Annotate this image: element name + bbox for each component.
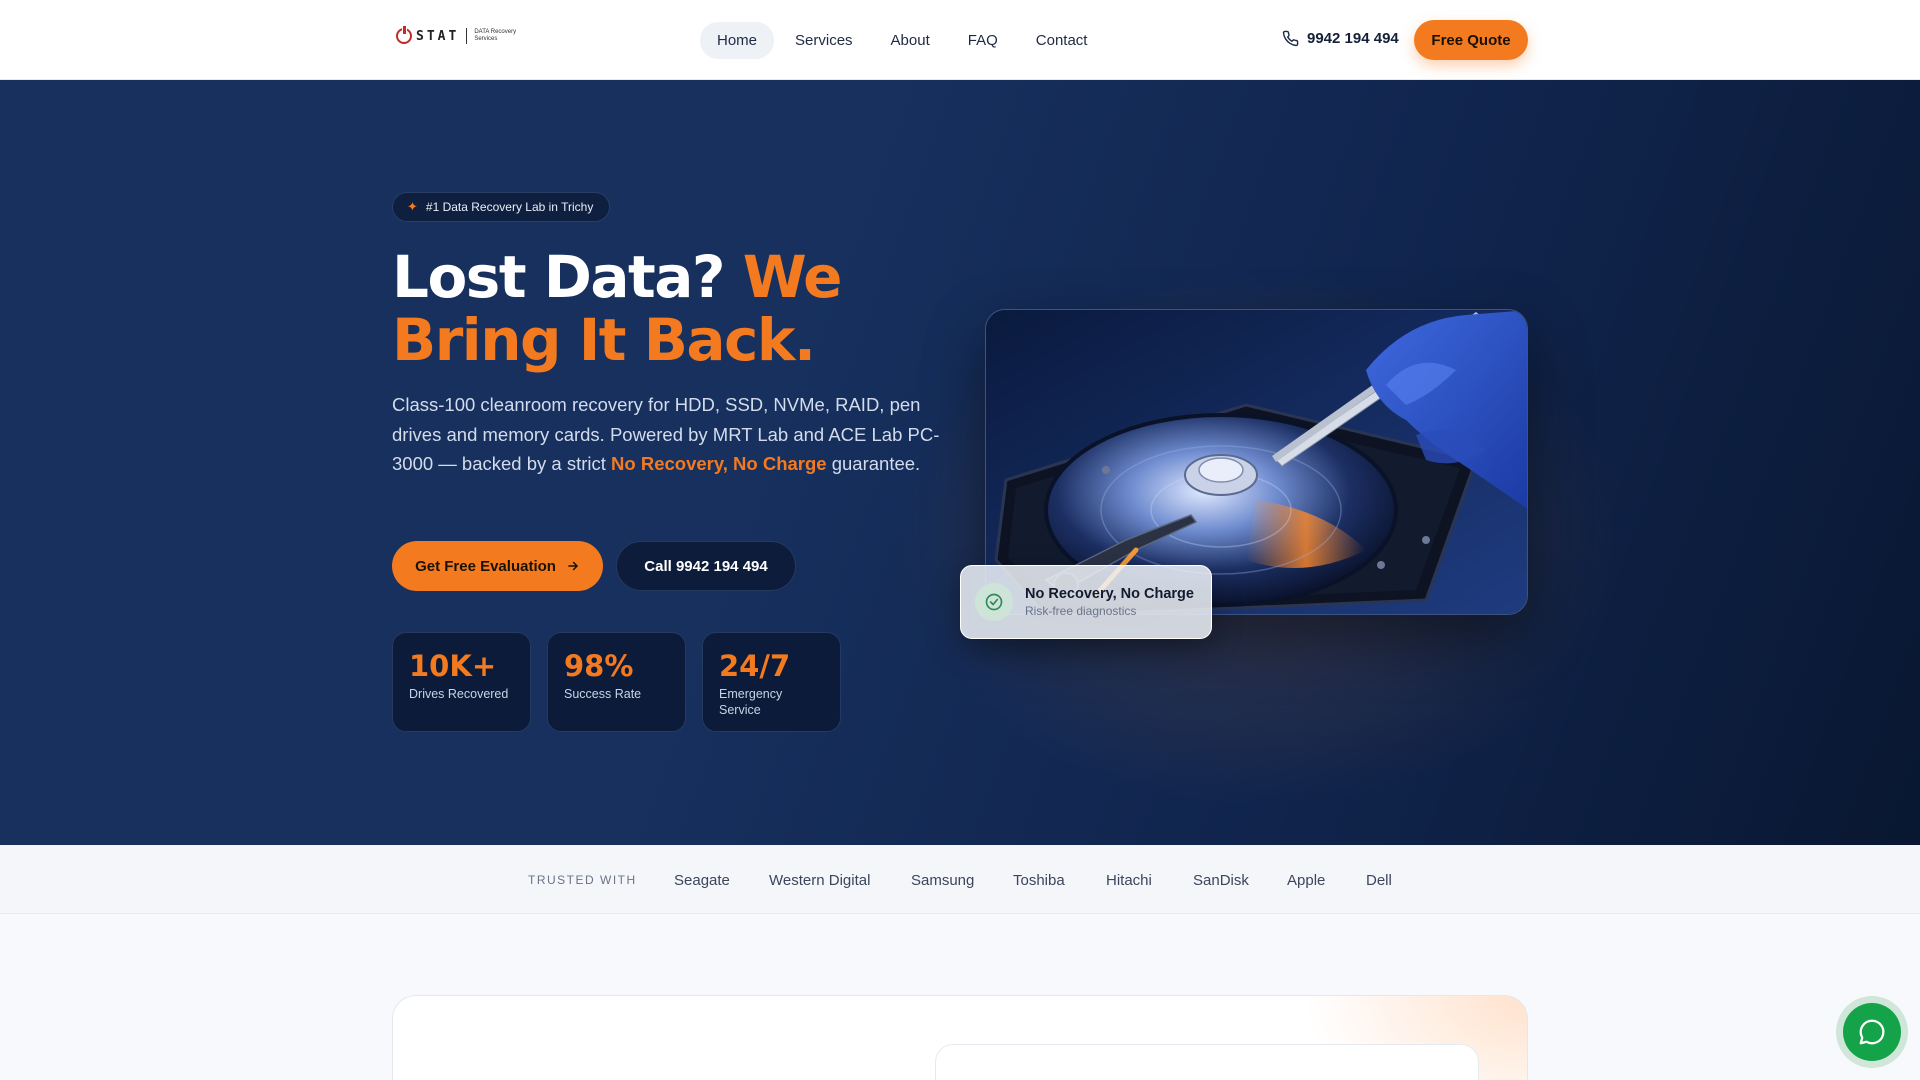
hero-badge: ✦ #1 Data Recovery Lab in Trichy [392, 192, 611, 222]
guarantee-card: No Recovery, No Charge Risk-free diagnos… [960, 565, 1212, 639]
brand-dell: Dell [1366, 872, 1392, 889]
whatsapp-chat-button[interactable] [1836, 996, 1908, 1068]
stat-card: 24/7 Emergency Service [702, 632, 841, 732]
brand-western-digital: Western Digital [769, 872, 871, 889]
headline-accent-1: We [742, 243, 843, 311]
cta-primary-label: Get Free Evaluation [415, 557, 556, 575]
stat-label: Success Rate [564, 687, 642, 701]
stat-card: 98% Success Rate [547, 632, 686, 732]
main-nav: Home Services About FAQ Contact [700, 22, 1104, 59]
hero-headline: Lost Data? We Bring It Back. [392, 246, 952, 372]
chat-button-inner [1843, 1003, 1901, 1061]
stat-value: 98% [564, 649, 634, 683]
brand-apple: Apple [1287, 872, 1326, 889]
lede-part2: guarantee. [831, 453, 921, 474]
hero-section: ✦ #1 Data Recovery Lab in Trichy Lost Da… [0, 80, 1920, 845]
hero-description: Class-100 cleanroom recovery for HDD, SS… [392, 390, 944, 479]
phone-icon [1282, 30, 1299, 47]
nav-home[interactable]: Home [700, 22, 775, 59]
arrow-right-icon [568, 561, 578, 571]
header-phone-number: 9942 194 494 [1307, 30, 1399, 47]
brand-samsung: Samsung [911, 872, 975, 889]
headline-accent-2: Bring It Back. [392, 306, 816, 374]
nav-services[interactable]: Services [778, 22, 870, 59]
logo[interactable]: STAT DATA Recovery Services [396, 25, 528, 44]
content-inner-card [935, 1044, 1479, 1080]
hero-badge-text: #1 Data Recovery Lab in Trichy [425, 200, 594, 214]
chat-bubble-icon [1859, 1019, 1885, 1045]
logo-word: STAT [416, 28, 460, 44]
sparkle-icon: ✦ [407, 199, 418, 214]
stat-value: 10K+ [409, 649, 497, 683]
get-free-evaluation-button[interactable]: Get Free Evaluation [392, 541, 603, 591]
brand-seagate: Seagate [674, 872, 730, 889]
brand-hitachi: Hitachi [1106, 872, 1152, 889]
guarantee-subtitle: Risk-free diagnostics [1025, 604, 1137, 618]
trusted-brands-strip: TRUSTED WITH Seagate Western Digital Sam… [0, 845, 1920, 914]
brand-sandisk: SanDisk [1193, 872, 1249, 889]
guarantee-title: No Recovery, No Charge [1025, 586, 1194, 602]
nav-about[interactable]: About [874, 22, 947, 59]
stat-label: Drives Recovered [409, 687, 509, 701]
check-circle-icon [975, 583, 1013, 621]
site-header: STAT DATA Recovery Services Home Service… [0, 0, 1920, 80]
headline-white: Lost Data? [392, 243, 726, 311]
stat-card: 10K+ Drives Recovered [392, 632, 531, 732]
nav-faq[interactable]: FAQ [951, 22, 1015, 59]
logo-divider [466, 28, 468, 44]
free-quote-button[interactable]: Free Quote [1414, 20, 1528, 60]
nav-contact[interactable]: Contact [1019, 22, 1105, 59]
trusted-label: TRUSTED WITH [528, 873, 637, 887]
brand-toshiba: Toshiba [1013, 872, 1065, 889]
power-logo-icon [396, 25, 412, 44]
header-phone-link[interactable]: 9942 194 494 [1282, 30, 1399, 47]
logo-subtitle: DATA Recovery Services [474, 29, 517, 42]
lede-highlight: No Recovery, No Charge [611, 453, 827, 474]
call-button[interactable]: Call 9942 194 494 [616, 541, 796, 591]
stat-label: Emergency Service [719, 687, 783, 717]
stat-value: 24/7 [719, 649, 791, 683]
